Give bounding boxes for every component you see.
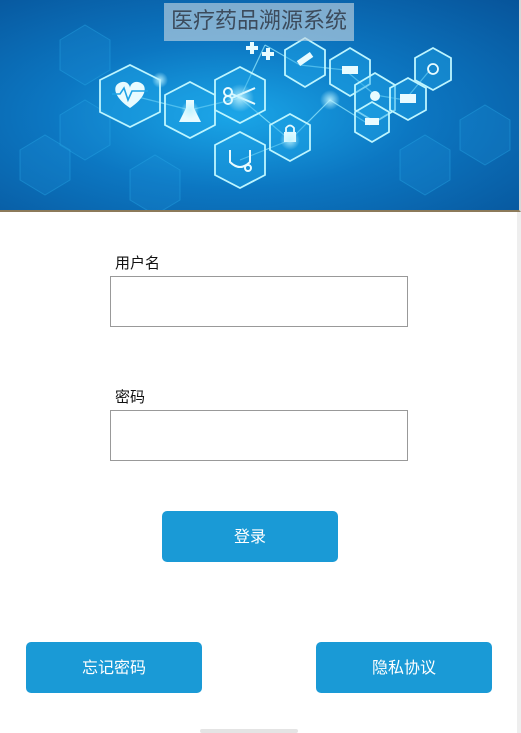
scrollbar-track[interactable] (517, 212, 521, 733)
password-input[interactable] (110, 410, 408, 461)
privacy-policy-button[interactable]: 隐私协议 (316, 642, 492, 693)
username-label: 用户名 (115, 254, 161, 272)
username-input[interactable] (110, 276, 408, 327)
bottom-handle (200, 729, 298, 733)
forgot-password-button[interactable]: 忘记密码 (26, 642, 202, 693)
login-page: 医疗药品溯源系统 用户名 密码 登录 忘记密码 隐私协议 (0, 0, 521, 733)
header-banner: 医疗药品溯源系统 (0, 0, 521, 212)
page-title: 医疗药品溯源系统 (164, 3, 354, 41)
password-label: 密码 (115, 388, 146, 406)
login-button[interactable]: 登录 (162, 511, 338, 562)
